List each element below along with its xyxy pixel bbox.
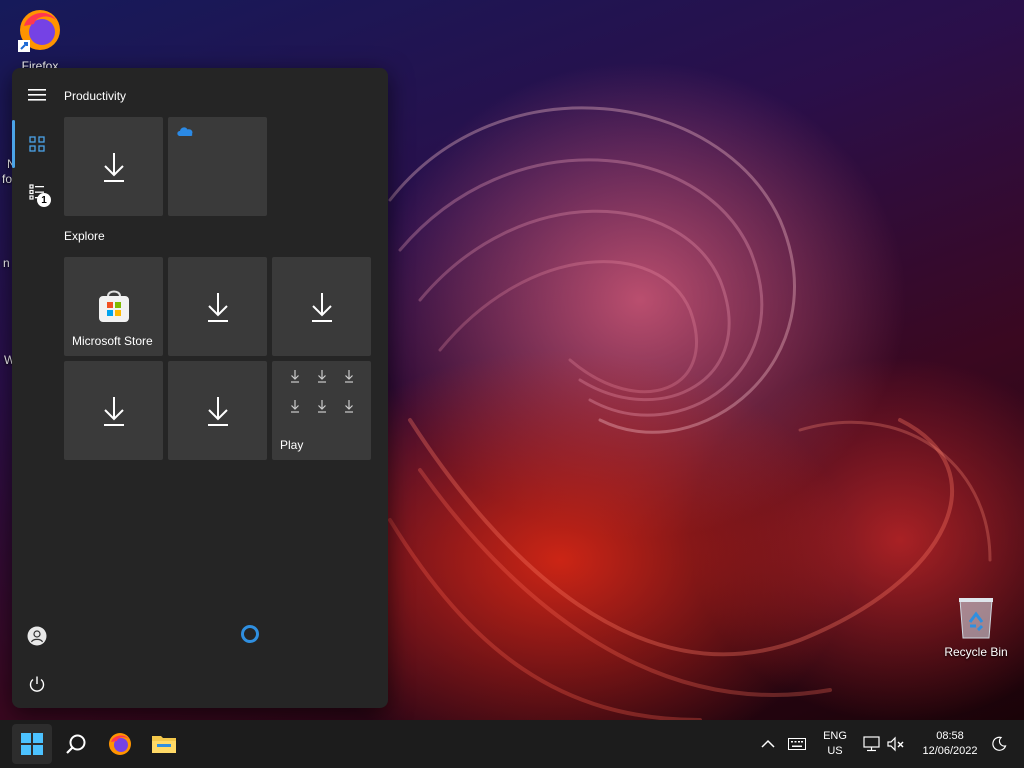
chevron-up-icon xyxy=(761,739,775,748)
user-avatar-icon xyxy=(27,626,47,646)
download-arrow-icon xyxy=(207,292,228,322)
tile-download-placeholder[interactable] xyxy=(168,361,267,460)
group-title-explore: Explore xyxy=(64,229,105,243)
show-hidden-icons-button[interactable] xyxy=(750,724,786,764)
network-volume-button[interactable] xyxy=(858,724,910,764)
moon-icon xyxy=(992,736,1007,751)
download-arrow-icon xyxy=(282,369,309,383)
firefox-icon xyxy=(18,10,60,52)
clock-date: 12/06/2022 xyxy=(922,745,978,757)
download-arrow-icon xyxy=(311,292,332,322)
download-arrow-icon xyxy=(309,369,336,383)
search-button[interactable] xyxy=(56,724,96,764)
download-arrow-icon xyxy=(103,152,124,182)
download-arrow-icon xyxy=(335,399,362,413)
focus-assist-button[interactable] xyxy=(986,724,1012,764)
taskbar-file-explorer-button[interactable] xyxy=(144,724,184,764)
partial-desktop-label: n xyxy=(3,256,10,270)
hamburger-icon xyxy=(28,89,46,101)
tile-play-folder[interactable]: Play xyxy=(272,361,371,460)
language-code: ENG xyxy=(823,730,847,742)
download-arrow-icon xyxy=(103,396,124,426)
hamburger-menu-button[interactable] xyxy=(24,82,50,108)
taskbar: ENG US 08:58 12/06/2022 xyxy=(0,720,1024,768)
tile-microsoft-store[interactable]: Microsoft Store xyxy=(64,257,163,356)
notification-badge: 1 xyxy=(37,193,51,207)
touch-keyboard-button[interactable] xyxy=(782,724,812,764)
start-button[interactable] xyxy=(12,724,52,764)
nav-selection-indicator xyxy=(12,120,15,168)
tile-onedrive[interactable] xyxy=(168,117,267,216)
taskbar-firefox-button[interactable] xyxy=(100,724,140,764)
onedrive-cloud-icon xyxy=(177,127,193,136)
tile-download-placeholder[interactable] xyxy=(168,257,267,356)
download-arrow-icon xyxy=(335,369,362,383)
partial-desktop-label: fo xyxy=(2,172,13,186)
keyboard-layout-code: US xyxy=(827,745,843,757)
search-icon xyxy=(66,734,86,754)
power-icon xyxy=(29,676,45,692)
tiles-icon xyxy=(29,136,45,152)
group-title-productivity: Productivity xyxy=(64,89,127,103)
tile-download-placeholder[interactable] xyxy=(64,117,163,216)
power-button[interactable] xyxy=(24,671,50,697)
download-arrow-icon xyxy=(207,396,228,426)
play-folder-label: Play xyxy=(280,438,304,452)
user-account-button[interactable] xyxy=(24,623,50,649)
folder-icon xyxy=(152,736,176,753)
recycle-bin-label: Recycle Bin xyxy=(944,645,1008,659)
microsoft-store-label: Microsoft Store xyxy=(72,334,153,348)
tile-download-placeholder[interactable] xyxy=(64,361,163,460)
microsoft-store-icon xyxy=(99,290,129,322)
clock-time: 08:58 xyxy=(936,730,964,742)
input-language-indicator[interactable]: ENG US xyxy=(816,729,854,759)
tile-download-placeholder[interactable] xyxy=(272,257,371,356)
network-icon xyxy=(863,736,880,752)
firefox-desktop-shortcut[interactable]: Firefox xyxy=(12,6,68,73)
download-arrow-icon xyxy=(309,399,336,413)
keyboard-icon xyxy=(788,738,806,750)
pinned-tiles-nav-button[interactable] xyxy=(24,131,50,157)
volume-muted-icon xyxy=(887,736,904,752)
clock[interactable]: 08:58 12/06/2022 xyxy=(914,729,986,759)
loading-spinner-icon xyxy=(241,625,259,643)
download-arrow-icon xyxy=(282,399,309,413)
windows-logo-icon xyxy=(21,733,43,755)
start-menu: 1 Productivity Explore Microsoft Store P… xyxy=(12,68,388,708)
firefox-icon xyxy=(109,733,131,755)
recycle-bin-desktop-icon[interactable]: Recycle Bin xyxy=(940,596,1012,659)
recycle-bin-icon xyxy=(959,598,993,639)
play-folder-grid xyxy=(282,369,362,413)
